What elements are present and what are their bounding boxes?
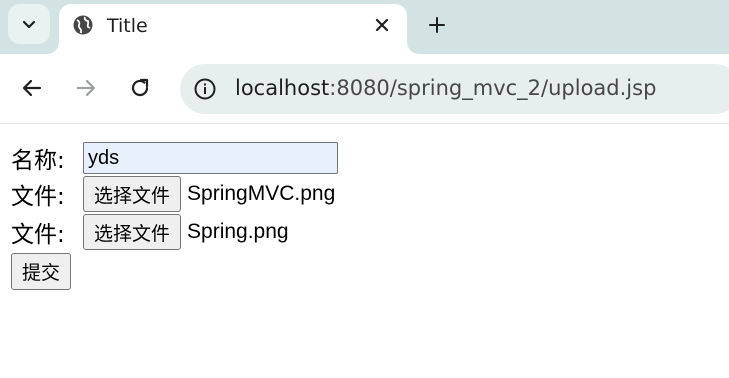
url-host: localhost <box>235 76 330 100</box>
url-text[interactable]: localhost:8080/spring_mvc_2/upload.jsp <box>235 76 656 100</box>
file2-row: 文件: 选择文件 Spring.png <box>11 214 289 250</box>
file1-name: SpringMVC.png <box>187 182 336 205</box>
file1-label: 文件: <box>11 184 65 210</box>
name-input[interactable]: yds <box>83 142 338 174</box>
name-row: 名称: yds <box>11 140 338 176</box>
url-path: :8080/spring_mvc_2/upload.jsp <box>329 76 657 100</box>
plus-icon <box>429 17 445 33</box>
file2-label: 文件: <box>11 222 65 248</box>
tab-title: Title <box>107 15 148 37</box>
reload-icon <box>131 78 149 97</box>
back-button[interactable] <box>18 74 46 102</box>
file2-name: Spring.png <box>187 220 289 243</box>
active-tab[interactable]: Title <box>59 4 407 54</box>
info-icon[interactable] <box>193 77 217 101</box>
tab-close-button[interactable] <box>371 14 393 36</box>
name-input-value: yds <box>88 146 120 169</box>
close-icon <box>375 18 389 32</box>
arrow-left-icon <box>22 79 42 97</box>
chevron-down-icon <box>22 20 36 29</box>
browser-toolbar: localhost:8080/spring_mvc_2/upload.jsp <box>0 54 729 124</box>
tab-strip: Title <box>0 0 729 54</box>
new-tab-button[interactable] <box>422 10 452 40</box>
tab-search-button[interactable] <box>8 4 50 44</box>
reload-button[interactable] <box>126 74 154 102</box>
submit-button[interactable]: 提交 <box>11 253 72 290</box>
name-label: 名称: <box>11 148 65 174</box>
globe-icon <box>73 15 93 35</box>
upload-form: 名称: yds 文件: 选择文件 SpringMVC.png 文件: 选择文件 … <box>0 125 729 378</box>
forward-button[interactable] <box>72 74 100 102</box>
file1-row: 文件: 选择文件 SpringMVC.png <box>11 176 335 212</box>
file1-choose-button[interactable]: 选择文件 <box>83 176 182 212</box>
address-bar[interactable]: localhost:8080/spring_mvc_2/upload.jsp <box>180 64 729 114</box>
arrow-right-icon <box>76 79 96 97</box>
file2-choose-button[interactable]: 选择文件 <box>83 214 182 250</box>
